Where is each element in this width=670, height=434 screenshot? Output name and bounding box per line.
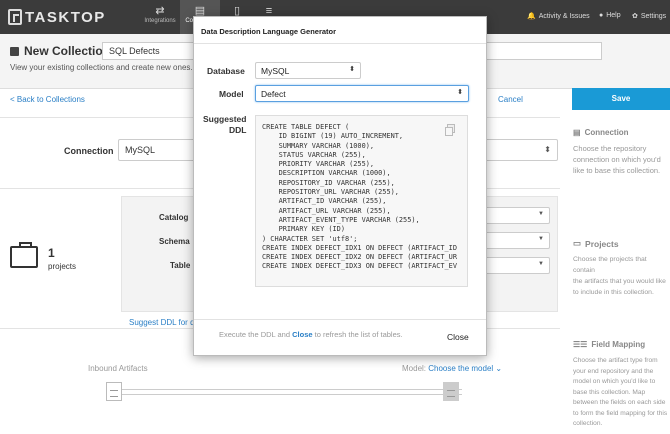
inbound-artifacts-label: Inbound Artifacts [88, 364, 148, 373]
instructions-close-word: Close [292, 330, 313, 339]
connection-label: Connection [64, 146, 114, 156]
field-mapping-side-line: Choose the artifact type from [573, 357, 658, 364]
model-value: Defect [261, 89, 286, 99]
model-label: Model [219, 89, 244, 99]
catalog-label: Catalog [159, 213, 189, 222]
catalog-select[interactable]: ▼ [485, 207, 550, 224]
ddl-text: CREATE TABLE DEFECT ( ID BIGINT (19) AUT… [262, 123, 457, 271]
dialog-divider [194, 319, 486, 320]
help-link[interactable]: ● Help [599, 12, 621, 19]
instructions-post: to refresh the list of tables. [312, 330, 403, 339]
settings-label: Settings [640, 12, 667, 20]
model-chooser: Model: Choose the model ⌄ [402, 364, 502, 373]
chevron-down-icon: ⌄ [495, 364, 503, 373]
connection-side-text: Choose the repository connection on whic… [573, 143, 661, 176]
connection-side-line: Choose the repository [573, 144, 647, 153]
suggest-ddl-link[interactable]: Suggest DDL for d [129, 318, 195, 327]
briefcase-small-icon: ▭ [573, 238, 582, 248]
schema-select[interactable]: ▼ [485, 232, 550, 249]
gear-icon: ✿ [632, 13, 638, 20]
model-prefix: Model: [402, 364, 429, 373]
dialog-divider [194, 43, 486, 44]
logo-icon [8, 9, 22, 25]
back-to-collections-link[interactable]: < Back to Collections [10, 95, 85, 104]
logo-text: TASKTOP [25, 8, 106, 26]
field-mapping-side-line: model on which you'd like to [573, 378, 656, 385]
field-mapping-side-line: to form the field mapping for this [573, 409, 668, 417]
connection-side-line: connection on which you'd [573, 155, 661, 164]
copy-icon[interactable] [445, 124, 455, 136]
help-icon: ● [599, 12, 604, 19]
schema-label: Schema [159, 237, 190, 246]
field-mapping-side-line: between the fields on each side [573, 399, 666, 406]
projects-count: 1 [48, 246, 55, 260]
projects-side-line: Choose the projects that contain [573, 256, 647, 274]
database-select[interactable]: MySQL ⬍ [255, 62, 361, 79]
page-title: New Collection [10, 44, 110, 58]
nav-integrations-label: Integrations [144, 18, 176, 24]
close-button[interactable]: Close [447, 332, 469, 342]
tasktop-logo[interactable]: TASKTOP [8, 8, 106, 26]
select-arrows-icon: ⬍ [457, 89, 463, 96]
database-value: MySQL [261, 66, 290, 76]
field-mapping-side-line: collection. [573, 420, 603, 427]
projects-side-line: to include in this collection. [573, 289, 654, 296]
table-label: Table [170, 261, 191, 270]
database-icon: ▤ [573, 128, 581, 137]
projects-side-text: Choose the projects that contain the art… [573, 254, 670, 298]
help-label: Help [606, 12, 621, 19]
dialog-title: Data Description Language Generator [201, 27, 337, 36]
collection-icon [10, 46, 19, 56]
suggested-ddl-label-line: Suggested [203, 114, 247, 124]
select-arrows-icon: ⬍ [349, 66, 355, 73]
ddl-generator-dialog: Data Description Language Generator Data… [193, 16, 487, 356]
ddl-textarea[interactable]: CREATE TABLE DEFECT ( ID BIGINT (19) AUT… [255, 115, 468, 287]
projects-side-line: the artifacts that you would like [573, 278, 666, 285]
connection-side-title-text: Connection [584, 128, 629, 137]
inbound-doc-icon [106, 382, 122, 401]
activity-label: Activity & Issues [538, 12, 590, 20]
projects-side-title-text: Projects [585, 238, 619, 249]
arrows-icon: ⇄ [155, 5, 165, 17]
suggested-ddl-label: Suggested DDL [203, 114, 246, 136]
settings-link[interactable]: ✿ Settings [632, 12, 667, 21]
connection-side-line: like to base this collection. [573, 166, 661, 175]
connection-value: MySQL [125, 145, 156, 155]
nav-integrations[interactable]: ⇄ Integrations [140, 0, 180, 34]
briefcase-icon [10, 242, 38, 268]
save-button[interactable]: Save [572, 88, 670, 110]
choose-model-link[interactable]: Choose the model [428, 364, 493, 373]
field-mapping-side-title: ☰☰ Field Mapping [573, 340, 645, 349]
projects-side-title: ▭ Projects [573, 238, 619, 249]
bell-icon: 🔔 [527, 13, 536, 20]
model-doc-icon [443, 382, 459, 401]
chevron-down-icon: ▼ [538, 211, 544, 217]
instructions-pre: Execute the DDL and [219, 330, 293, 339]
mapping-track [122, 389, 462, 395]
chevron-down-icon: ▼ [538, 261, 544, 267]
chevron-down-icon: ▼ [538, 236, 544, 242]
field-mapping-side-text: Choose the artifact type from your end r… [573, 356, 667, 430]
dialog-instructions: Execute the DDL and Close to refresh the… [219, 330, 403, 339]
page-title-text: New Collection [24, 44, 111, 58]
field-mapping-side-line: base this collection. Map [573, 388, 646, 396]
suggested-ddl-label-line: DDL [228, 125, 247, 135]
field-mapping-side-title-text: Field Mapping [591, 340, 646, 349]
table-select[interactable]: ▼ [485, 257, 550, 274]
projects-word: projects [48, 262, 77, 271]
select-arrows-icon: ⬍ [544, 145, 551, 154]
page-subtitle: View your existing collections and creat… [10, 63, 201, 72]
activity-link[interactable]: 🔔 Activity & Issues [527, 12, 590, 21]
mapping-icon: ☰☰ [573, 340, 588, 349]
cancel-link[interactable]: Cancel [498, 95, 523, 104]
model-select[interactable]: Defect ⬍ [255, 85, 469, 102]
field-mapping-side-line: your end repository and the [573, 367, 654, 375]
database-label: Database [207, 66, 245, 76]
connection-side-title: ▤ Connection [573, 128, 629, 137]
